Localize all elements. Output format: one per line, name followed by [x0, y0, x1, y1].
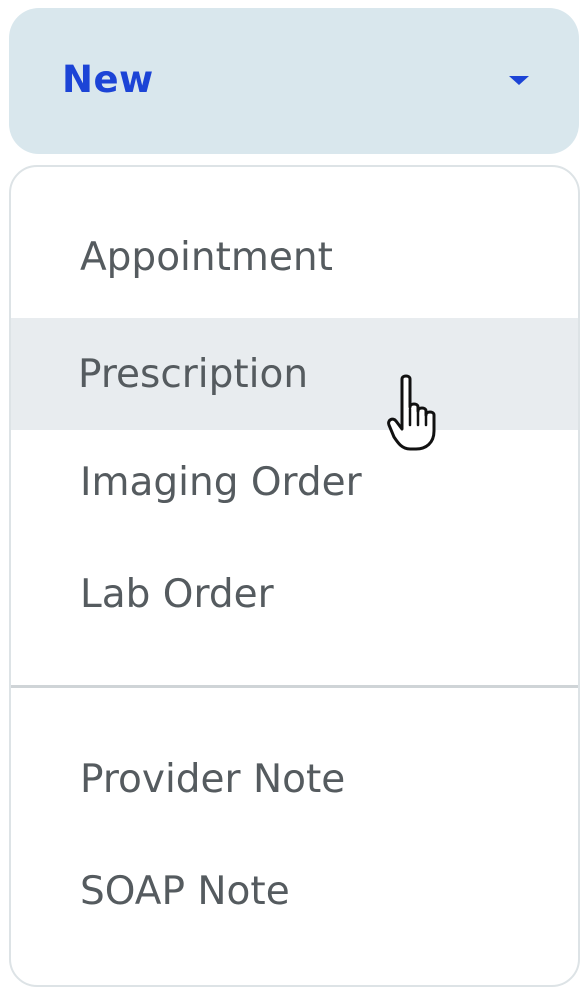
menu-item-label: Provider Note: [80, 756, 346, 802]
menu-item-label: SOAP Note: [80, 868, 290, 914]
menu-item-appointment[interactable]: Appointment: [11, 201, 578, 313]
menu-item-soap-note[interactable]: SOAP Note: [11, 835, 578, 947]
menu-item-lab-order[interactable]: Lab Order: [11, 538, 578, 650]
menu-item-label: Imaging Order: [80, 459, 362, 505]
menu-item-imaging-order[interactable]: Imaging Order: [11, 426, 578, 538]
menu-item-label: Lab Order: [80, 571, 274, 617]
menu-divider: [11, 685, 578, 688]
menu-item-provider-note[interactable]: Provider Note: [11, 723, 578, 835]
new-menu: Appointment Prescription Imaging Order L…: [9, 165, 580, 987]
new-dropdown: New Appointment Prescription Imaging Ord…: [0, 0, 585, 995]
new-button-label: New: [62, 57, 154, 101]
new-button[interactable]: New: [9, 8, 579, 154]
hand-pointer-icon: [387, 374, 436, 451]
menu-item-label: Prescription: [78, 351, 309, 397]
menu-item-label: Appointment: [80, 234, 333, 280]
menu-item-prescription[interactable]: Prescription: [11, 318, 578, 430]
caret-down-icon: [509, 75, 529, 85]
